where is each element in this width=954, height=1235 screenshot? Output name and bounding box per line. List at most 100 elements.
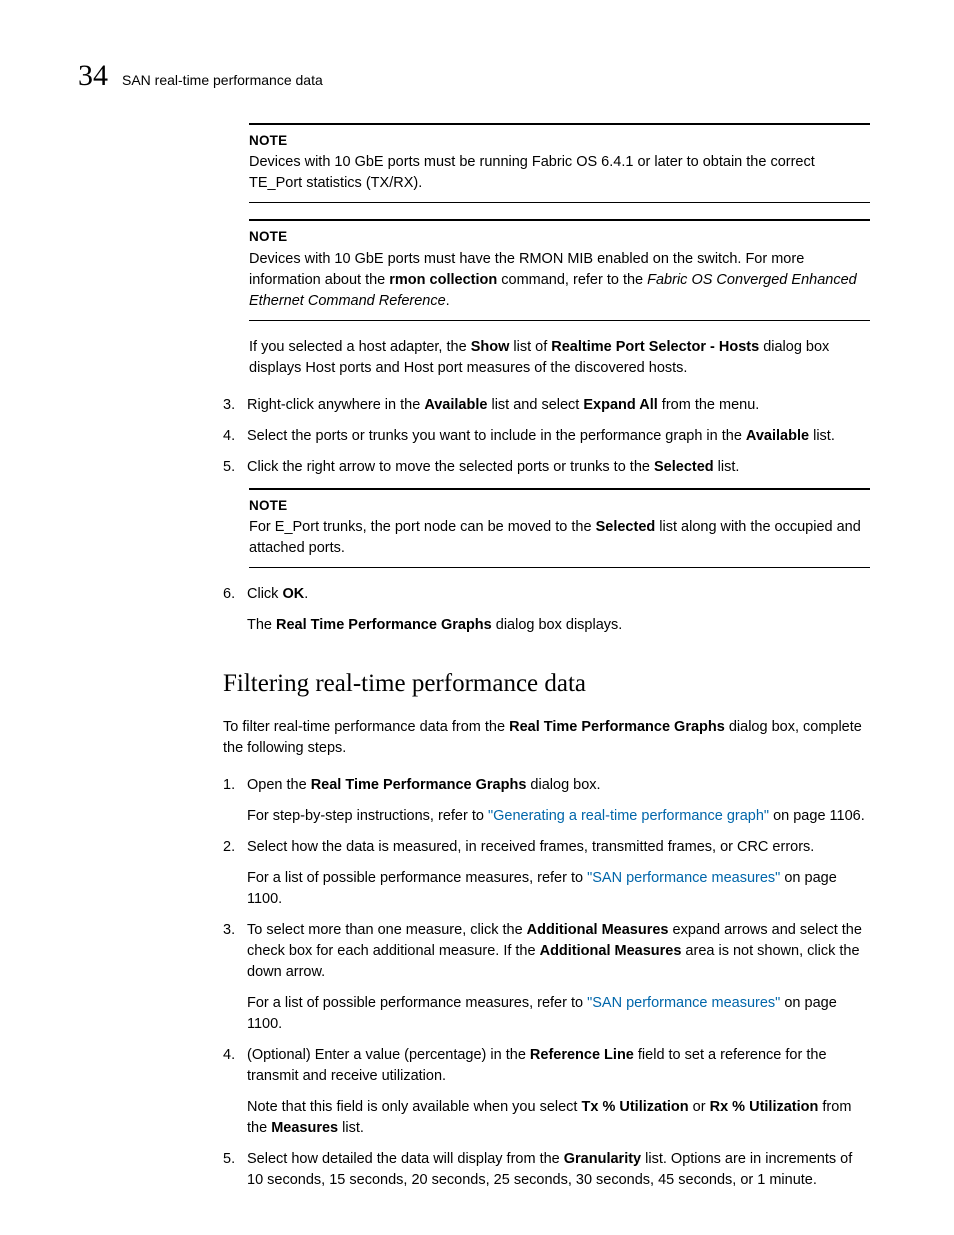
- section: Filtering real-time performance data To …: [223, 666, 870, 758]
- text: Click the right arrow to move the select…: [247, 459, 654, 475]
- step-content: Select how detailed the data will displa…: [247, 1149, 870, 1191]
- body-column: NOTE For E_Port trunks, the port node ca…: [249, 488, 870, 569]
- ui-label: Reference Line: [530, 1047, 634, 1063]
- paragraph: To filter real-time performance data fro…: [223, 717, 870, 759]
- sub-paragraph: The Real Time Performance Graphs dialog …: [247, 615, 870, 636]
- cross-ref-link[interactable]: "SAN performance measures": [587, 995, 780, 1011]
- text: command, refer to the: [497, 272, 647, 288]
- text: dialog box displays.: [492, 617, 623, 633]
- ui-label: Measures: [271, 1120, 338, 1136]
- step-number: 4.: [223, 1045, 247, 1139]
- text: list of: [509, 339, 551, 355]
- text: If you selected a host adapter, the: [249, 339, 471, 355]
- text: Select how the data is measured, in rece…: [247, 839, 814, 855]
- sub-paragraph: For step-by-step instructions, refer to …: [247, 806, 870, 827]
- step-content: (Optional) Enter a value (percentage) in…: [247, 1045, 870, 1139]
- text: For E_Port trunks, the port node can be …: [249, 519, 596, 535]
- cross-ref-link[interactable]: "SAN performance measures": [587, 870, 780, 886]
- step-list: 6. Click OK. The Real Time Performance G…: [223, 584, 870, 636]
- note-label: NOTE: [249, 131, 870, 151]
- text: Select the ports or trunks you want to i…: [247, 428, 746, 444]
- step-item: 1. Open the Real Time Performance Graphs…: [223, 775, 870, 827]
- text: on page 1106.: [769, 808, 865, 824]
- text: dialog box.: [526, 777, 600, 793]
- step-item: 5. Click the right arrow to move the sel…: [223, 457, 870, 478]
- step-number: 2.: [223, 837, 247, 910]
- text: Right-click anywhere in the: [247, 397, 424, 413]
- step-content: Click OK. The Real Time Performance Grap…: [247, 584, 870, 636]
- step-number: 1.: [223, 775, 247, 827]
- ui-label: Realtime Port Selector - Hosts: [551, 339, 759, 355]
- step-number: 5.: [223, 457, 247, 478]
- step-number: 3.: [223, 395, 247, 416]
- text: .: [304, 586, 308, 602]
- ui-label: Real Time Performance Graphs: [509, 719, 725, 735]
- body-column: NOTE Devices with 10 GbE ports must be r…: [249, 123, 870, 379]
- note-label: NOTE: [249, 496, 870, 516]
- step-number: 4.: [223, 426, 247, 447]
- step-number: 6.: [223, 584, 247, 636]
- step-item: 6. Click OK. The Real Time Performance G…: [223, 584, 870, 636]
- step-number: 5.: [223, 1149, 247, 1191]
- step-item: 4. Select the ports or trunks you want t…: [223, 426, 870, 447]
- note-text: Devices with 10 GbE ports must be runnin…: [249, 152, 870, 194]
- paragraph: If you selected a host adapter, the Show…: [249, 337, 870, 379]
- step-list: 3. Right-click anywhere in the Available…: [223, 395, 870, 478]
- note-block: NOTE For E_Port trunks, the port node ca…: [249, 488, 870, 569]
- note-text: For E_Port trunks, the port node can be …: [249, 517, 870, 559]
- ui-label: Additional Measures: [527, 922, 669, 938]
- note-block: NOTE Devices with 10 GbE ports must have…: [249, 219, 870, 321]
- ui-label: Selected: [654, 459, 714, 475]
- sub-paragraph: Note that this field is only available w…: [247, 1097, 870, 1139]
- step-item: 3. Right-click anywhere in the Available…: [223, 395, 870, 416]
- ui-label: Show: [471, 339, 510, 355]
- ui-label: Rx % Utilization: [710, 1099, 819, 1115]
- chapter-number: 34: [78, 54, 108, 98]
- text: list.: [338, 1120, 364, 1136]
- step-content: Select how the data is measured, in rece…: [247, 837, 870, 910]
- running-head: SAN real-time performance data: [122, 70, 323, 90]
- ui-label: OK: [282, 586, 304, 602]
- text: .: [446, 293, 450, 309]
- step-content: Select the ports or trunks you want to i…: [247, 426, 870, 447]
- note-text: Devices with 10 GbE ports must have the …: [249, 249, 870, 312]
- ui-label: Selected: [596, 519, 656, 535]
- text: Note that this field is only available w…: [247, 1099, 582, 1115]
- command-name: rmon collection: [389, 272, 497, 288]
- sub-paragraph: For a list of possible performance measu…: [247, 868, 870, 910]
- section-heading: Filtering real-time performance data: [223, 666, 870, 702]
- text: Select how detailed the data will displa…: [247, 1151, 564, 1167]
- text: To filter real-time performance data fro…: [223, 719, 509, 735]
- ui-label: Available: [746, 428, 809, 444]
- text: The: [247, 617, 276, 633]
- text: To select more than one measure, click t…: [247, 922, 527, 938]
- ui-label: Additional Measures: [540, 943, 682, 959]
- text: For step-by-step instructions, refer to: [247, 808, 488, 824]
- step-content: Click the right arrow to move the select…: [247, 457, 870, 478]
- ui-label: Real Time Performance Graphs: [276, 617, 492, 633]
- step-item: 4. (Optional) Enter a value (percentage)…: [223, 1045, 870, 1139]
- text: from the menu.: [658, 397, 760, 413]
- page: 34 SAN real-time performance data NOTE D…: [0, 0, 954, 1235]
- ui-label: Real Time Performance Graphs: [311, 777, 527, 793]
- text: For a list of possible performance measu…: [247, 995, 587, 1011]
- step-item: 3. To select more than one measure, clic…: [223, 920, 870, 1035]
- ui-label: Expand All: [583, 397, 657, 413]
- text: list.: [809, 428, 835, 444]
- page-header: 34 SAN real-time performance data: [78, 54, 870, 98]
- cross-ref-link[interactable]: "Generating a real-time performance grap…: [488, 808, 769, 824]
- text: list and select: [487, 397, 583, 413]
- step-content: To select more than one measure, click t…: [247, 920, 870, 1035]
- sub-paragraph: For a list of possible performance measu…: [247, 993, 870, 1035]
- text: Click: [247, 586, 282, 602]
- ui-label: Available: [424, 397, 487, 413]
- step-item: 5. Select how detailed the data will dis…: [223, 1149, 870, 1191]
- step-list: 1. Open the Real Time Performance Graphs…: [223, 775, 870, 1191]
- text: Open the: [247, 777, 311, 793]
- step-content: Open the Real Time Performance Graphs di…: [247, 775, 870, 827]
- ui-label: Tx % Utilization: [582, 1099, 689, 1115]
- ui-label: Granularity: [564, 1151, 641, 1167]
- note-block: NOTE Devices with 10 GbE ports must be r…: [249, 123, 870, 204]
- step-item: 2. Select how the data is measured, in r…: [223, 837, 870, 910]
- note-label: NOTE: [249, 227, 870, 247]
